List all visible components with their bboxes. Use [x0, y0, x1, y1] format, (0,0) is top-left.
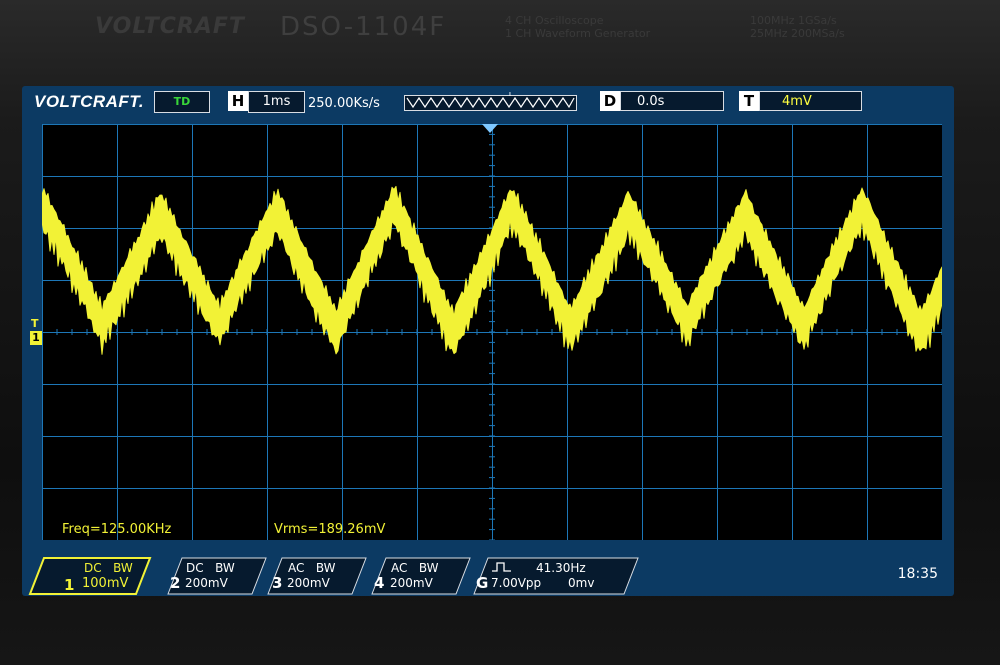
spec-line-1: 4 CH Oscilloscope — [505, 14, 604, 27]
delay-value[interactable]: 0.0s — [620, 91, 724, 111]
channel2-scale: 200mV — [185, 576, 228, 590]
trigger-tag: T — [739, 91, 759, 111]
acquisition-mode-indicator[interactable]: TD — [154, 91, 210, 113]
bezel-model: DSO-1104F — [280, 12, 447, 42]
waveform-grid — [41, 123, 943, 541]
clock: 18:35 — [897, 566, 938, 582]
channel1-number: 1 — [64, 576, 75, 594]
top-status-bar: VOLTCRAFT. TD H 1ms 250.00Ks/s T D 0.0s … — [22, 86, 954, 118]
timebase-value[interactable]: 1ms — [248, 91, 305, 113]
channel1-ground-marker[interactable]: 1 — [30, 331, 42, 345]
waveform-display[interactable] — [41, 123, 943, 541]
channel4-coupling: AC BW — [391, 561, 439, 575]
channel1-coupling: DC BW — [84, 561, 133, 575]
generator-amplitude: 7.00Vpp — [491, 576, 542, 590]
channel2-number: 2 — [170, 574, 181, 592]
spec-line-4: 25MHz 200MSa/s — [750, 27, 845, 40]
channel4-number: 4 — [374, 574, 385, 592]
channel3-number: 3 — [272, 574, 283, 592]
bezel-spec-oscilloscope: 4 CH Oscilloscope 1 CH Waveform Generato… — [505, 14, 650, 40]
trigger-position-icon: T — [404, 92, 577, 111]
channel-status-bar: 1 DC BW 100mV 2 DC BW 200mV 3 AC BW 200m… — [22, 552, 954, 596]
channel3-coupling: AC BW — [288, 561, 336, 575]
frequency-measurement: Freq=125.00KHz — [62, 522, 172, 537]
trigger-pos-marker: T — [507, 92, 513, 98]
horizontal-trigger-marker — [482, 124, 498, 133]
channel3-scale: 200mV — [287, 576, 330, 590]
channel2-coupling: DC BW — [186, 561, 235, 575]
sample-rate: 250.00Ks/s — [308, 96, 380, 111]
oscilloscope-screen: VOLTCRAFT. TD H 1ms 250.00Ks/s T D 0.0s … — [22, 86, 954, 596]
screen-logo: VOLTCRAFT. — [34, 92, 145, 111]
channel4-scale: 200mV — [390, 576, 433, 590]
timebase-tag: H — [228, 91, 248, 111]
generator-frequency: 41.30Hz — [536, 561, 586, 575]
vrms-measurement: Vrms=189.26mV — [274, 522, 386, 537]
generator-tag: G — [476, 574, 489, 592]
square-wave-icon — [492, 562, 511, 572]
spec-line-2: 1 CH Waveform Generator — [505, 27, 651, 40]
delay-tag: D — [600, 91, 620, 111]
trigger-level-marker: T — [31, 317, 39, 330]
channel1-scale: 100mV — [82, 576, 129, 591]
spec-line-3: 100MHz 1GSa/s — [750, 14, 837, 27]
generator-offset: 0mv — [568, 576, 595, 590]
bezel-spec-bandwidth: 100MHz 1GSa/s 25MHz 200MSa/s — [750, 14, 845, 40]
trigger-level-value[interactable]: 4mV — [759, 91, 862, 111]
bezel-brand: VOLTCRAFT — [95, 14, 245, 39]
